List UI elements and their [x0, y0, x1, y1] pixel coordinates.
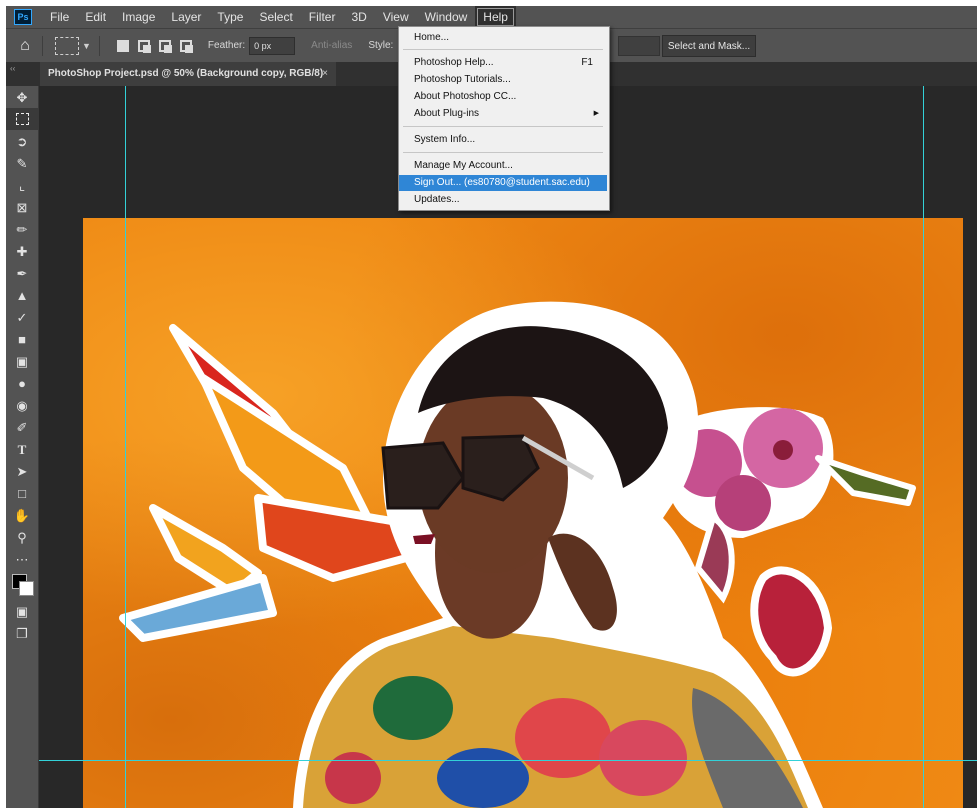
help-item-label: Photoshop Tutorials... [414, 74, 511, 85]
select-and-mask-button[interactable]: Select and Mask... [662, 35, 756, 57]
frame-tool-icon[interactable]: ⊠ [6, 196, 38, 218]
history-brush-tool-icon[interactable]: ✓ [6, 306, 38, 328]
menu-image[interactable]: Image [114, 6, 163, 28]
blur-tool-icon[interactable]: ● [6, 372, 38, 394]
guide-vertical-right[interactable] [923, 86, 924, 808]
collage-artwork [119, 301, 916, 808]
menu-filter[interactable]: Filter [301, 6, 344, 28]
document-tab-title: PhotoShop Project.psd @ 50% (Background … [48, 68, 324, 79]
help-item-manage-account[interactable]: Manage My Account... [399, 158, 607, 174]
quick-selection-tool-icon[interactable]: ✎ [6, 152, 38, 174]
height-field[interactable] [618, 36, 660, 56]
menu-divider [403, 126, 603, 127]
help-item-about-plugins[interactable]: About Plug-ins ▶ [399, 106, 607, 122]
help-item-tutorials[interactable]: Photoshop Tutorials... [399, 72, 607, 88]
tools-panel: ✥ ➲ ✎ ⌞ ⊠ ✏ ✚ ✒ ▲ ✓ ■ ▣ ● ◉ ✐ T ➤ □ ✋ ⚲ … [6, 86, 39, 808]
menu-divider [403, 152, 603, 153]
submenu-arrow-icon: ▶ [593, 110, 599, 117]
divider [42, 35, 43, 56]
guide-horizontal-bottom[interactable] [39, 760, 977, 761]
help-item-sign-out[interactable]: Sign Out... (es80780@student.sac.edu) [399, 175, 607, 191]
menu-window[interactable]: Window [417, 6, 476, 28]
brush-tool-icon[interactable]: ✒ [6, 262, 38, 284]
new-selection-icon[interactable] [116, 39, 129, 52]
menu-type[interactable]: Type [209, 6, 251, 28]
feather-input[interactable]: 0 px [249, 36, 296, 55]
help-item-label: System Info... [414, 134, 476, 145]
photoshop-window: Ps File Edit Image Layer Type Select Fil… [6, 6, 977, 808]
color-swatches[interactable] [6, 570, 38, 600]
collapse-panel-icon[interactable]: ‹‹ [10, 64, 15, 73]
menu-3d[interactable]: 3D [343, 6, 374, 28]
dodge-tool-icon[interactable]: ◉ [6, 394, 38, 416]
help-item-home[interactable]: Home... [399, 30, 607, 46]
feather-label: Feather: [207, 40, 246, 51]
clone-stamp-tool-icon[interactable]: ▲ [6, 284, 38, 306]
more-tools-icon[interactable]: ⋯ [6, 548, 38, 570]
menu-file[interactable]: File [42, 6, 77, 28]
shortcut-label: F1 [581, 57, 593, 68]
home-icon[interactable]: ⌂ [16, 37, 34, 55]
chevron-down-icon[interactable]: ▼ [82, 41, 91, 51]
menu-edit[interactable]: Edit [77, 6, 114, 28]
move-tool-icon[interactable]: ✥ [6, 86, 38, 108]
help-item-label: About Photoshop CC... [414, 91, 517, 102]
intersect-selection-icon[interactable] [179, 39, 193, 53]
eraser-tool-icon[interactable]: ■ [6, 328, 38, 350]
help-menu-dropdown: Home... Photoshop Help... F1 Photoshop Tu… [398, 26, 610, 211]
help-item-photoshop-help[interactable]: Photoshop Help... F1 [399, 55, 607, 71]
document-image[interactable] [83, 218, 963, 808]
crop-tool-icon[interactable]: ⌞ [6, 174, 38, 196]
path-selection-tool-icon[interactable]: ➤ [6, 460, 38, 482]
quick-mask-icon[interactable]: ▣ [6, 600, 38, 622]
menu-layer[interactable]: Layer [163, 6, 209, 28]
close-icon[interactable]: × [322, 62, 328, 86]
divider [98, 35, 100, 56]
pen-tool-icon[interactable]: ✐ [6, 416, 38, 438]
hand-tool-icon[interactable]: ✋ [6, 504, 38, 526]
help-item-label: Sign Out... (es80780@student.sac.edu) [414, 177, 590, 188]
menu-divider [403, 49, 603, 50]
marquee-tool-icon[interactable] [6, 108, 38, 130]
menu-select[interactable]: Select [251, 6, 300, 28]
zoom-tool-icon[interactable]: ⚲ [6, 526, 38, 548]
help-item-label: Home... [414, 32, 450, 43]
help-item-system-info[interactable]: System Info... [399, 132, 607, 148]
marquee-preset-icon[interactable] [55, 36, 79, 55]
menu-help[interactable]: Help [475, 6, 516, 28]
healing-brush-tool-icon[interactable]: ✚ [6, 240, 38, 262]
menu-bar: Ps File Edit Image Layer Type Select Fil… [6, 6, 977, 28]
screen-mode-icon[interactable]: ❐ [6, 622, 38, 644]
help-item-label: Updates... [414, 194, 460, 205]
add-to-selection-icon[interactable] [137, 39, 151, 53]
background-color-swatch[interactable] [19, 581, 34, 596]
menu-view[interactable]: View [375, 6, 417, 28]
subtract-from-selection-icon[interactable] [158, 39, 172, 53]
help-item-label: Photoshop Help... [414, 57, 494, 68]
eyedropper-tool-icon[interactable]: ✏ [6, 218, 38, 240]
document-tab[interactable]: PhotoShop Project.psd @ 50% (Background … [40, 62, 336, 86]
guide-vertical-left[interactable] [125, 86, 126, 808]
gradient-tool-icon[interactable]: ▣ [6, 350, 38, 372]
help-item-label: Manage My Account... [414, 160, 513, 171]
lasso-tool-icon[interactable]: ➲ [6, 130, 38, 152]
photoshop-logo-icon: Ps [14, 9, 32, 25]
help-item-label: About Plug-ins [414, 108, 480, 119]
anti-alias-checkbox[interactable]: Anti-alias [311, 40, 352, 51]
help-item-updates[interactable]: Updates... [399, 192, 607, 208]
help-item-about-photoshop[interactable]: About Photoshop CC... [399, 89, 607, 105]
rectangle-tool-icon[interactable]: □ [6, 482, 38, 504]
type-tool-icon[interactable]: T [6, 438, 38, 460]
style-label: Style: [368, 40, 394, 51]
